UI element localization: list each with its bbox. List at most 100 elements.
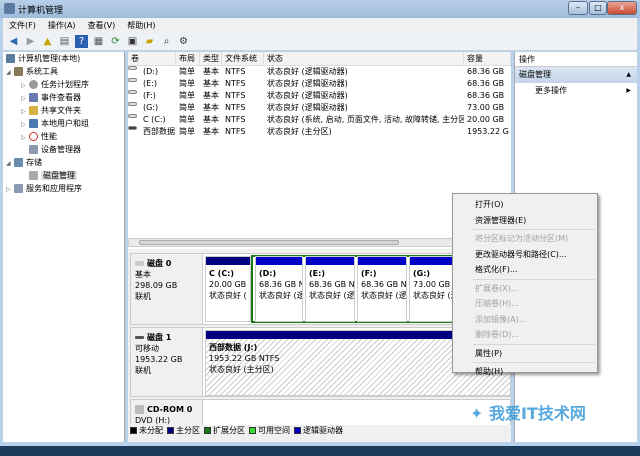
partition-f[interactable]: (F:) 68.36 GB N 状态良好 (逻 <box>357 256 407 322</box>
show-hide-tree-icon[interactable]: ▤ <box>58 35 71 48</box>
volume-row[interactable]: (D:) 简单 基本 NTFS 状态良好 (逻辑驱动器) 68.36 GB <box>128 66 511 78</box>
context-menu-item[interactable]: 资源管理器(E) <box>455 213 595 229</box>
tree-item-performance[interactable]: ▷ 性能 <box>3 130 124 143</box>
back-icon[interactable]: ◀ <box>7 35 20 48</box>
view-icon[interactable]: ▦ <box>92 35 105 48</box>
volume-row[interactable]: 西部数据 (J:)简单基本 NTFS 状态良好 (主分区) 1953.22 G <box>128 126 511 138</box>
context-menu-item: 扩展卷(X)... <box>475 283 519 293</box>
forward-icon[interactable]: ▶ <box>24 35 37 48</box>
partition-d[interactable]: (D:) 68.36 GB N 状态良好 (逻 <box>255 256 303 322</box>
tree-item-device-manager[interactable]: 设备管理器 <box>3 143 124 156</box>
context-menu: 打开(O) 资源管理器(E) 将分区标记为活动分区(M) 更改驱动器号和路径(C)..… <box>452 193 598 376</box>
refresh-icon[interactable]: ⟳ <box>109 35 122 48</box>
more-actions[interactable]: 更多操作 ▶ <box>515 83 637 99</box>
tree-item-disk-management[interactable]: 磁盘管理 <box>3 169 124 182</box>
disk-icon <box>29 171 38 180</box>
capacity: 68.36 GB <box>467 91 505 100</box>
partition-e[interactable]: (E:) 68.36 GB N 状态良好 (逻 <box>305 256 355 322</box>
window-title: 计算机管理 <box>18 6 64 16</box>
tree-item-event-viewer[interactable]: ▷ 事件查看器 <box>3 91 124 104</box>
scrollbar-thumb[interactable] <box>139 240 399 245</box>
capacity: 1953.22 G <box>467 127 509 136</box>
tree-item-local-users[interactable]: ▷ 本地用户和组 <box>3 117 124 130</box>
context-menu-item: 删除卷(D)... <box>475 330 520 339</box>
column-layout[interactable]: 布局 <box>176 52 200 65</box>
menu-separator <box>473 278 595 280</box>
context-menu-item[interactable]: 更改驱动器号和路径(C)... <box>455 247 595 263</box>
tree-item-storage[interactable]: ◢ 存储 <box>3 156 124 169</box>
tools-icon <box>14 67 23 76</box>
search-icon[interactable]: ⌕ <box>160 35 173 48</box>
menu-bar: 文件(F) 操作(A) 查看(V) 帮助(H) <box>3 18 637 33</box>
capacity: 68.36 GB <box>467 79 505 88</box>
menu-view[interactable]: 查看(V) <box>88 20 116 31</box>
type: 基本 <box>203 115 219 124</box>
layout: 简单 <box>179 115 195 124</box>
status: 状态良好 (逻辑驱动器) <box>267 103 348 112</box>
menu-separator <box>473 343 595 345</box>
collapse-arrow-icon[interactable]: ▷ <box>6 183 14 196</box>
menu-help[interactable]: 帮助(H) <box>127 20 155 31</box>
tree-item-system-tools[interactable]: ◢ 系统工具 <box>3 65 124 78</box>
filesystem: NTFS <box>225 79 246 88</box>
column-type[interactable]: 类型 <box>200 52 222 65</box>
context-menu-item[interactable]: 格式化(F)... <box>455 262 595 278</box>
type: 基本 <box>203 103 219 112</box>
disk-1-label[interactable]: 磁盘 1 可移动 1953.22 GB 联机 <box>131 328 203 396</box>
volume-list-header: 卷 布局 类型 文件系统 状态 容量 <box>128 52 511 66</box>
legend-logical-drive: 逻辑驱动器 <box>294 425 343 436</box>
layout: 简单 <box>179 79 195 88</box>
open-icon[interactable]: ▰ <box>143 35 156 48</box>
settings-icon[interactable]: ⚙ <box>177 35 190 48</box>
capacity: 73.00 GB <box>467 103 505 112</box>
column-filesystem[interactable]: 文件系统 <box>222 52 264 65</box>
layout: 简单 <box>179 127 195 136</box>
context-menu-item: 添加镜像(A)... <box>475 314 527 324</box>
volume-name: (D:) <box>143 67 159 76</box>
status: 状态良好 (系统, 启动, 页面文件, 活动, 故障转储, 主分区) <box>267 115 464 124</box>
context-menu-item[interactable]: 打开(O) <box>455 197 595 213</box>
context-menu-item: 将分区标记为活动分区(M) <box>475 234 569 243</box>
help-icon[interactable]: ? <box>75 35 88 48</box>
disk-0-label[interactable]: 磁盘 0 基本 298.09 GB 联机 <box>131 254 203 324</box>
removable-disk-icon <box>135 336 144 339</box>
drive-icon <box>128 114 137 118</box>
storage-icon <box>14 158 23 167</box>
cdrom-0-label[interactable]: CD-ROM 0 DVD (H:) <box>131 400 203 425</box>
properties-icon[interactable]: ▣ <box>126 35 139 48</box>
column-volume[interactable]: 卷 <box>128 52 176 65</box>
filesystem: NTFS <box>225 103 246 112</box>
context-menu-item[interactable]: 属性(P) <box>455 346 595 362</box>
tree-item-computer-management[interactable]: 计算机管理(本地) <box>3 52 124 65</box>
tree-item-shared-folders[interactable]: ▷ 共享文件夹 <box>3 104 124 117</box>
partition-c[interactable]: C (C:) 20.00 GB 状态良好 ( <box>205 256 251 322</box>
layout: 简单 <box>179 91 195 100</box>
menu-separator <box>473 362 595 363</box>
volume-row[interactable]: (F:) 简单 基本 NTFS 状态良好 (逻辑驱动器) 68.36 GB <box>128 90 511 102</box>
maximize-button[interactable]: □ <box>589 1 607 15</box>
close-button[interactable]: x <box>607 1 637 15</box>
actions-section-disk-management[interactable]: 磁盘管理 ▲ <box>515 67 637 83</box>
menu-action[interactable]: 操作(A) <box>48 20 76 31</box>
actions-header: 操作 <box>515 52 637 67</box>
up-icon[interactable]: ▲ <box>41 35 54 48</box>
capacity: 68.36 GB <box>467 67 505 76</box>
tree-item-task-scheduler[interactable]: ▷ 任务计划程序 <box>3 78 124 91</box>
context-menu-item[interactable]: 帮助(H) <box>455 364 595 380</box>
drive-icon <box>128 90 137 94</box>
menu-file[interactable]: 文件(F) <box>9 20 36 31</box>
cdrom-0-row: CD-ROM 0 DVD (H:) <box>130 399 511 425</box>
filesystem: NTFS <box>225 115 246 124</box>
column-capacity[interactable]: 容量 <box>464 52 511 65</box>
minimize-button[interactable]: – <box>568 1 588 15</box>
volume-row[interactable]: (G:) 简单 基本 NTFS 状态良好 (逻辑驱动器) 73.00 GB <box>128 102 511 114</box>
submenu-arrow-icon: ▶ <box>626 87 631 94</box>
tree-item-services-apps[interactable]: ▷ 服务和应用程序 <box>3 182 124 195</box>
column-status[interactable]: 状态 <box>264 52 464 65</box>
volume-row[interactable]: C (C:) 简单 基本 NTFS 状态良好 (系统, 启动, 页面文件, 活动, 故障… <box>128 114 511 126</box>
volume-name: 西部数据 (J:) <box>143 127 176 136</box>
performance-icon <box>29 132 38 141</box>
drive-icon <box>128 66 137 70</box>
volume-row[interactable]: (E:) 简单 基本 NTFS 状态良好 (逻辑驱动器) 68.36 GB <box>128 78 511 90</box>
collapse-up-icon[interactable]: ▲ <box>626 67 631 83</box>
